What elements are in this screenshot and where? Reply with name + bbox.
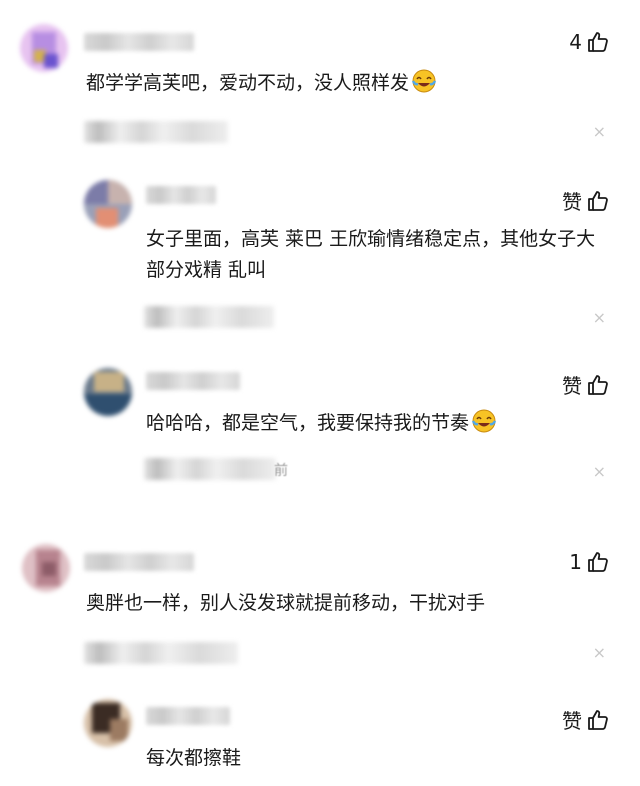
close-icon[interactable]: × [593, 122, 606, 141]
like-count: 4 [569, 30, 582, 54]
comment-item: 1 奥胖也一样，别人没发球就提前移动，干扰对手 × [0, 530, 640, 685]
like-label: 赞 [562, 709, 582, 733]
username[interactable] [146, 707, 230, 725]
close-icon[interactable]: × [593, 462, 606, 481]
reply-item: 赞 哈哈哈，都是空气，我要保持我的节奏 前 × [0, 340, 640, 510]
thumbs-up-icon [588, 190, 608, 211]
like-count: 1 [569, 550, 582, 574]
like-button[interactable]: 4 [569, 30, 610, 54]
laughing-tears-emoji-icon [411, 69, 437, 93]
like-button[interactable]: 赞 [562, 705, 610, 734]
laughing-tears-emoji-icon [471, 409, 497, 433]
comment-text: 都学学高芙吧，爱动不动，没人照样发 [86, 68, 437, 99]
thumbs-up-icon [588, 374, 608, 395]
like-button[interactable]: 赞 [562, 186, 610, 215]
comment-text: 奥胖也一样，别人没发球就提前移动，干扰对手 [86, 592, 486, 614]
avatar[interactable] [20, 24, 68, 72]
like-button[interactable]: 赞 [562, 370, 610, 399]
reply-text: 哈哈哈，都是空气，我要保持我的节奏 [146, 408, 497, 439]
comment-meta [144, 306, 274, 328]
reply-item: 赞 每次都擦鞋 [0, 685, 640, 786]
username[interactable] [84, 33, 194, 51]
comment-meta [144, 458, 276, 480]
avatar[interactable] [84, 699, 132, 747]
reply-text: 每次都擦鞋 [146, 747, 242, 769]
comment-item: 4 都学学高芙吧，爱动不动，没人照样发 × [0, 0, 640, 160]
thumbs-up-icon [588, 32, 608, 52]
reply-text: 女子里面，高芙 莱巴 王欣瑜情绪稳定点，其他女子大部分戏精 乱叫 [146, 228, 596, 281]
like-label: 赞 [562, 374, 582, 398]
meta-suffix: 前 [274, 463, 288, 479]
close-icon[interactable]: × [593, 308, 606, 327]
username[interactable] [84, 553, 194, 571]
close-icon[interactable]: × [593, 643, 606, 662]
like-button[interactable]: 1 [569, 550, 610, 574]
reply-item: 赞 女子里面，高芙 莱巴 王欣瑜情绪稳定点，其他女子大部分戏精 乱叫 × [0, 160, 640, 340]
like-label: 赞 [562, 190, 582, 214]
thumbs-up-icon [588, 709, 608, 730]
thumbs-up-icon [588, 552, 608, 572]
username[interactable] [146, 186, 216, 204]
comment-meta [84, 121, 228, 143]
avatar[interactable] [84, 180, 132, 228]
username[interactable] [146, 372, 240, 390]
avatar[interactable] [22, 544, 70, 592]
avatar[interactable] [84, 368, 132, 416]
comment-meta [84, 642, 238, 664]
